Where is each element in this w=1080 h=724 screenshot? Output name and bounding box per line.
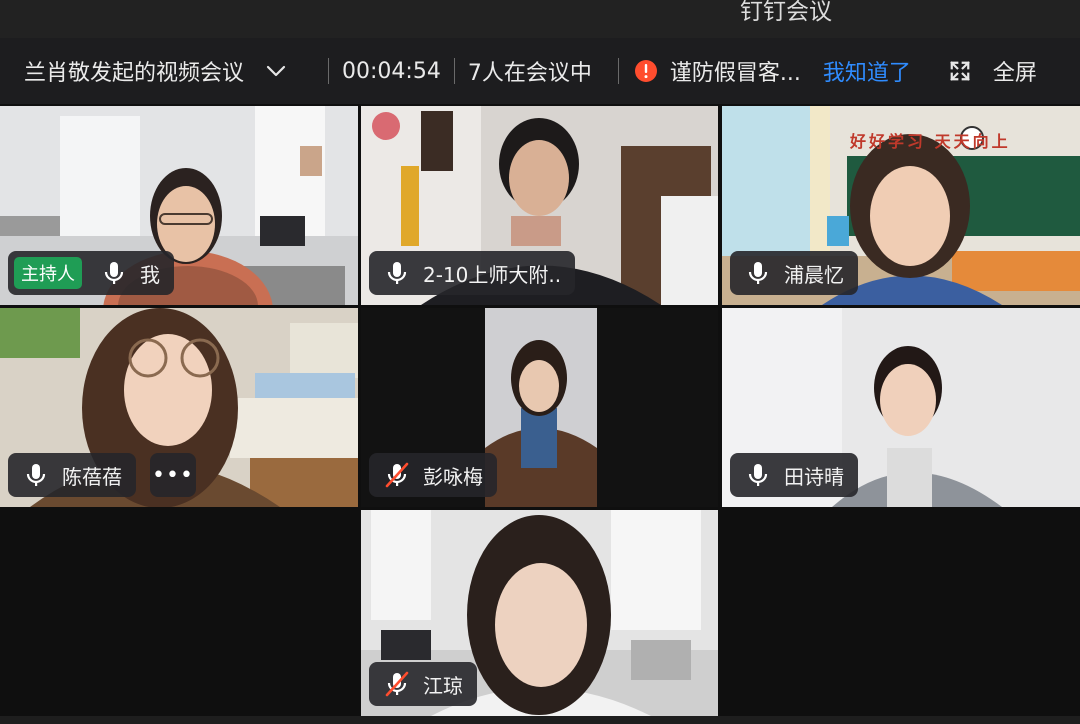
participant-name: 浦晨忆 <box>784 262 844 287</box>
video-tile[interactable]: 田诗晴 <box>722 308 1080 507</box>
meeting-title: 兰肖敬发起的视频会议 <box>24 61 245 86</box>
participant-label: 2-10上师大附.. <box>369 251 576 295</box>
classroom-sign: 好好学习 天天向上 <box>850 132 1011 151</box>
video-tile[interactable]: 彭咏梅 <box>361 308 718 507</box>
microphone-icon <box>748 262 768 284</box>
microphone-muted-icon <box>385 462 409 488</box>
microphone-icon <box>748 464 768 486</box>
fullscreen-button[interactable]: 全屏 <box>911 55 1037 87</box>
app-title: 钉钉会议 <box>740 0 832 25</box>
microphone-icon <box>387 262 407 284</box>
microphone-icon <box>104 262 124 284</box>
video-tile[interactable]: 2-10上师大附.. <box>361 106 718 305</box>
host-badge: 主持人 <box>14 257 82 289</box>
participant-name: 陈蓓蓓 <box>62 464 122 489</box>
warning-text: 谨防假冒客... <box>669 61 801 86</box>
toolbar-divider <box>453 58 455 84</box>
toolbar-divider <box>328 58 330 84</box>
participant-count[interactable]: 7人在会议中 <box>468 55 592 87</box>
participant-name: 2-10上师大附.. <box>423 262 562 287</box>
video-tile[interactable]: 江琼 <box>361 510 718 716</box>
more-options-button[interactable]: ••• <box>150 453 196 497</box>
microphone-muted-icon <box>385 671 409 697</box>
participant-label: 江琼 <box>369 662 477 706</box>
meeting-timer: 00:04:54 <box>342 58 441 84</box>
video-tile-host[interactable]: 主持人 我 <box>0 106 358 305</box>
participant-name: 田诗晴 <box>784 464 844 489</box>
participant-label: 主持人 我 <box>8 251 174 295</box>
security-warning: 谨防假冒客... <box>632 55 801 87</box>
participant-label: 田诗晴 <box>730 453 858 497</box>
participant-name: 江琼 <box>423 673 463 698</box>
fullscreen-label: 全屏 <box>992 61 1037 86</box>
window-titlebar: 钉钉会议 <box>0 0 1080 38</box>
participant-label: 彭咏梅 <box>369 453 497 497</box>
video-tile[interactable]: 陈蓓蓓 ••• <box>0 308 358 507</box>
video-tile[interactable]: 好好学习 天天向上 浦晨忆 <box>722 106 1080 305</box>
fullscreen-icon <box>950 61 970 81</box>
warning-icon <box>634 60 657 82</box>
microphone-icon <box>26 464 46 486</box>
participant-label: 浦晨忆 <box>730 251 858 295</box>
participant-label: 陈蓓蓓 <box>8 453 136 497</box>
acknowledge-link[interactable]: 我知道了 <box>823 55 911 87</box>
meeting-title-dropdown[interactable]: 兰肖敬发起的视频会议 <box>0 55 288 87</box>
participant-name: 我 <box>140 262 160 287</box>
chevron-down-icon <box>266 65 286 77</box>
participant-name: 彭咏梅 <box>423 464 483 489</box>
toolbar-divider <box>617 58 619 84</box>
video-grid: 主持人 我 2-10上师大附.. 好好学习 天天向上 浦晨忆 陈蓓蓓 ••• 彭… <box>0 104 1080 718</box>
meeting-toolbar: 兰肖敬发起的视频会议 00:04:54 7人在会议中 谨防假冒客... 我知道了… <box>0 38 1080 104</box>
bottom-edge <box>0 716 1080 724</box>
